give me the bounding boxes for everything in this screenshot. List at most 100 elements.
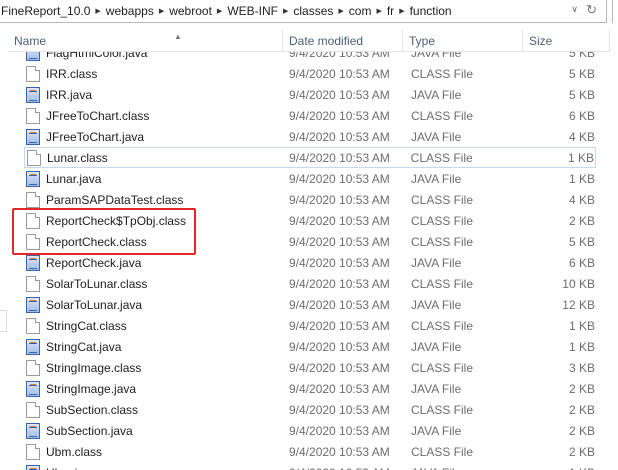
- file-name-cell: StringImage.java: [8, 380, 283, 397]
- column-date-modified[interactable]: Date modified: [283, 30, 403, 52]
- file-row[interactable]: SubSection.java 9/4/2020 10:53 AM JAVA Fil…: [8, 420, 610, 441]
- file-name-cell: IRR.java: [8, 86, 283, 103]
- breadcrumb-item[interactable]: FineReport_10.0: [1, 4, 90, 18]
- file-size: 5 KB: [568, 234, 595, 249]
- class-file-icon: [26, 401, 40, 418]
- file-name: SolarToLunar.java: [46, 297, 143, 312]
- file-name: Lunar.class: [47, 150, 108, 165]
- breadcrumb-item[interactable]: WEB-INF: [227, 4, 278, 18]
- class-file-icon: [27, 149, 41, 166]
- file-row[interactable]: Ubm.java 9/4/2020 10:53 AMJAVA File1 KB: [8, 462, 610, 470]
- java-file-icon: [26, 338, 40, 355]
- file-date: 9/4/2020 10:53 AM: [289, 108, 390, 123]
- file-size: 4 KB: [568, 192, 595, 207]
- file-name: Lunar.java: [46, 171, 102, 186]
- refresh-icon[interactable]: ↻: [586, 2, 597, 18]
- file-name-cell: SolarToLunar.java: [8, 296, 283, 313]
- breadcrumb-separator-icon[interactable]: ▶: [217, 7, 222, 15]
- file-size: 3 KB: [568, 360, 595, 375]
- file-name-cell: StringCat.java: [8, 338, 283, 355]
- breadcrumb-separator-icon[interactable]: ▶: [399, 7, 404, 15]
- file-row[interactable]: JFreeToChart.class 9/4/2020 10:53 AM CLASS…: [8, 105, 610, 126]
- file-size: 5 KB: [568, 52, 595, 60]
- file-date: 9/4/2020 10:53 AM: [289, 87, 390, 102]
- breadcrumb-item[interactable]: function: [410, 4, 452, 18]
- file-type: JAVA File: [411, 423, 462, 438]
- file-row[interactable]: FlagHtmlColor.java 9/4/2020 10:53 AM JAVA …: [8, 52, 610, 63]
- sort-ascending-icon: ▲: [174, 32, 182, 41]
- file-type: JAVA File: [411, 339, 462, 354]
- file-date: 9/4/2020 10:53 AM: [289, 318, 390, 333]
- breadcrumb-separator-icon[interactable]: ▶: [95, 7, 100, 15]
- file-type: JAVA File: [411, 381, 462, 396]
- file-row[interactable]: SolarToLunar.java 9/4/2020 10:53 AM JAVA F…: [8, 294, 610, 315]
- breadcrumb-separator-icon[interactable]: ▶: [283, 7, 288, 15]
- file-name-cell: JFreeToChart.java: [8, 128, 283, 145]
- file-row[interactable]: Lunar.class 9/4/2020 10:53 AM CLASS File 1 …: [24, 147, 596, 168]
- file-date: 9/4/2020 10:53 AM: [289, 381, 390, 396]
- column-type-label: Type: [409, 34, 436, 48]
- breadcrumb-separator-icon[interactable]: ▶: [376, 7, 381, 15]
- file-row[interactable]: IRR.java 9/4/2020 10:53 AM JAVA File 5 KB: [8, 84, 610, 105]
- file-type: CLASS File: [411, 402, 474, 417]
- file-type: CLASS File: [411, 108, 474, 123]
- breadcrumb-item[interactable]: fr: [387, 4, 394, 18]
- java-file-icon: [26, 254, 40, 271]
- file-name-cell: ParamSAPDataTest.class: [8, 191, 283, 208]
- breadcrumb-item[interactable]: classes: [293, 4, 333, 18]
- file-name: StringImage.class: [46, 360, 142, 375]
- file-name: StringCat.class: [46, 318, 127, 333]
- breadcrumb-item[interactable]: webroot: [169, 4, 212, 18]
- file-row[interactable]: ReportCheck.java 9/4/2020 10:53 AM JAVA Fi…: [8, 252, 610, 273]
- file-type: JAVA File: [411, 171, 462, 186]
- address-bar[interactable]: FineReport_10.0 ▶ webapps ▶ webroot ▶ WEB-INF ▶…: [0, 0, 607, 23]
- java-file-icon: [26, 464, 40, 470]
- file-date: 9/4/2020 10:53 AM: [289, 297, 390, 312]
- class-file-icon: [26, 317, 40, 334]
- breadcrumb-item[interactable]: com: [349, 4, 372, 18]
- file-date: 9/4/2020 10:53 AM: [289, 66, 390, 81]
- java-file-icon: [26, 170, 40, 187]
- file-name: JFreeToChart.class: [46, 108, 150, 123]
- search-box-edge[interactable]: [612, 0, 618, 23]
- breadcrumb-separator-icon[interactable]: ▶: [338, 7, 343, 15]
- column-type[interactable]: Type: [403, 30, 523, 52]
- file-name-cell: ReportCheck.java: [8, 254, 283, 271]
- file-name-cell: SolarToLunar.class: [8, 275, 283, 292]
- file-row[interactable]: SolarToLunar.class 9/4/2020 10:53 AM CLASS…: [8, 273, 610, 294]
- file-name-cell: Lunar.class: [9, 149, 283, 166]
- java-file-icon: [26, 422, 40, 439]
- file-type: CLASS File: [410, 150, 473, 165]
- file-name-cell: JFreeToChart.class: [8, 107, 283, 124]
- chevron-down-icon[interactable]: ∨: [571, 4, 578, 15]
- column-header: Name ▲ Date modified Type Size: [8, 30, 610, 52]
- file-size: 1 KB: [567, 150, 594, 165]
- file-size: 5 KB: [568, 66, 595, 81]
- file-row[interactable]: JFreeToChart.java 9/4/2020 10:53 AM JAVA F…: [8, 126, 610, 147]
- file-name: SubSection.class: [46, 402, 139, 417]
- column-name[interactable]: Name ▲: [8, 30, 283, 52]
- file-date: 9/4/2020 10:53 AM: [289, 276, 390, 291]
- file-size: 1 KB: [568, 339, 595, 354]
- file-date: 9/4/2020 10:53 AM: [283, 466, 405, 470]
- file-row[interactable]: SubSection.class 9/4/2020 10:53 AM CLASS F…: [8, 399, 610, 420]
- java-file-icon: [26, 86, 40, 103]
- file-row[interactable]: ParamSAPDataTest.class 9/4/2020 10:53 AM C…: [8, 189, 610, 210]
- column-size[interactable]: Size: [523, 30, 610, 52]
- file-name: SubSection.java: [46, 423, 133, 438]
- breadcrumb-item[interactable]: webapps: [106, 4, 154, 18]
- file-row[interactable]: IRR.class 9/4/2020 10:53 AM CLASS File 5 KB: [8, 63, 610, 84]
- file-type: JAVA File: [411, 297, 462, 312]
- file-row[interactable]: StringImage.java 9/4/2020 10:53 AM JAVA Fi…: [8, 378, 610, 399]
- file-name: FlagHtmlColor.java: [46, 52, 148, 60]
- file-size: 5 KB: [568, 87, 595, 102]
- file-name-cell: FlagHtmlColor.java: [8, 52, 283, 61]
- breadcrumb-separator-icon[interactable]: ▶: [159, 7, 164, 15]
- file-row[interactable]: StringCat.java 9/4/2020 10:53 AM JAVA File…: [8, 336, 610, 357]
- file-date: 9/4/2020 10:53 AM: [289, 234, 390, 249]
- file-row[interactable]: Lunar.java 9/4/2020 10:53 AM JAVA File 1 KB: [8, 168, 610, 189]
- file-row[interactable]: Ubm.class 9/4/2020 10:53 AM CLASS File 2 KB: [8, 441, 610, 462]
- file-row[interactable]: StringCat.class 9/4/2020 10:53 AM CLASS Fi…: [8, 315, 610, 336]
- file-row[interactable]: StringImage.class 9/4/2020 10:53 AM CLASS …: [8, 357, 610, 378]
- file-type: CLASS File: [411, 234, 474, 249]
